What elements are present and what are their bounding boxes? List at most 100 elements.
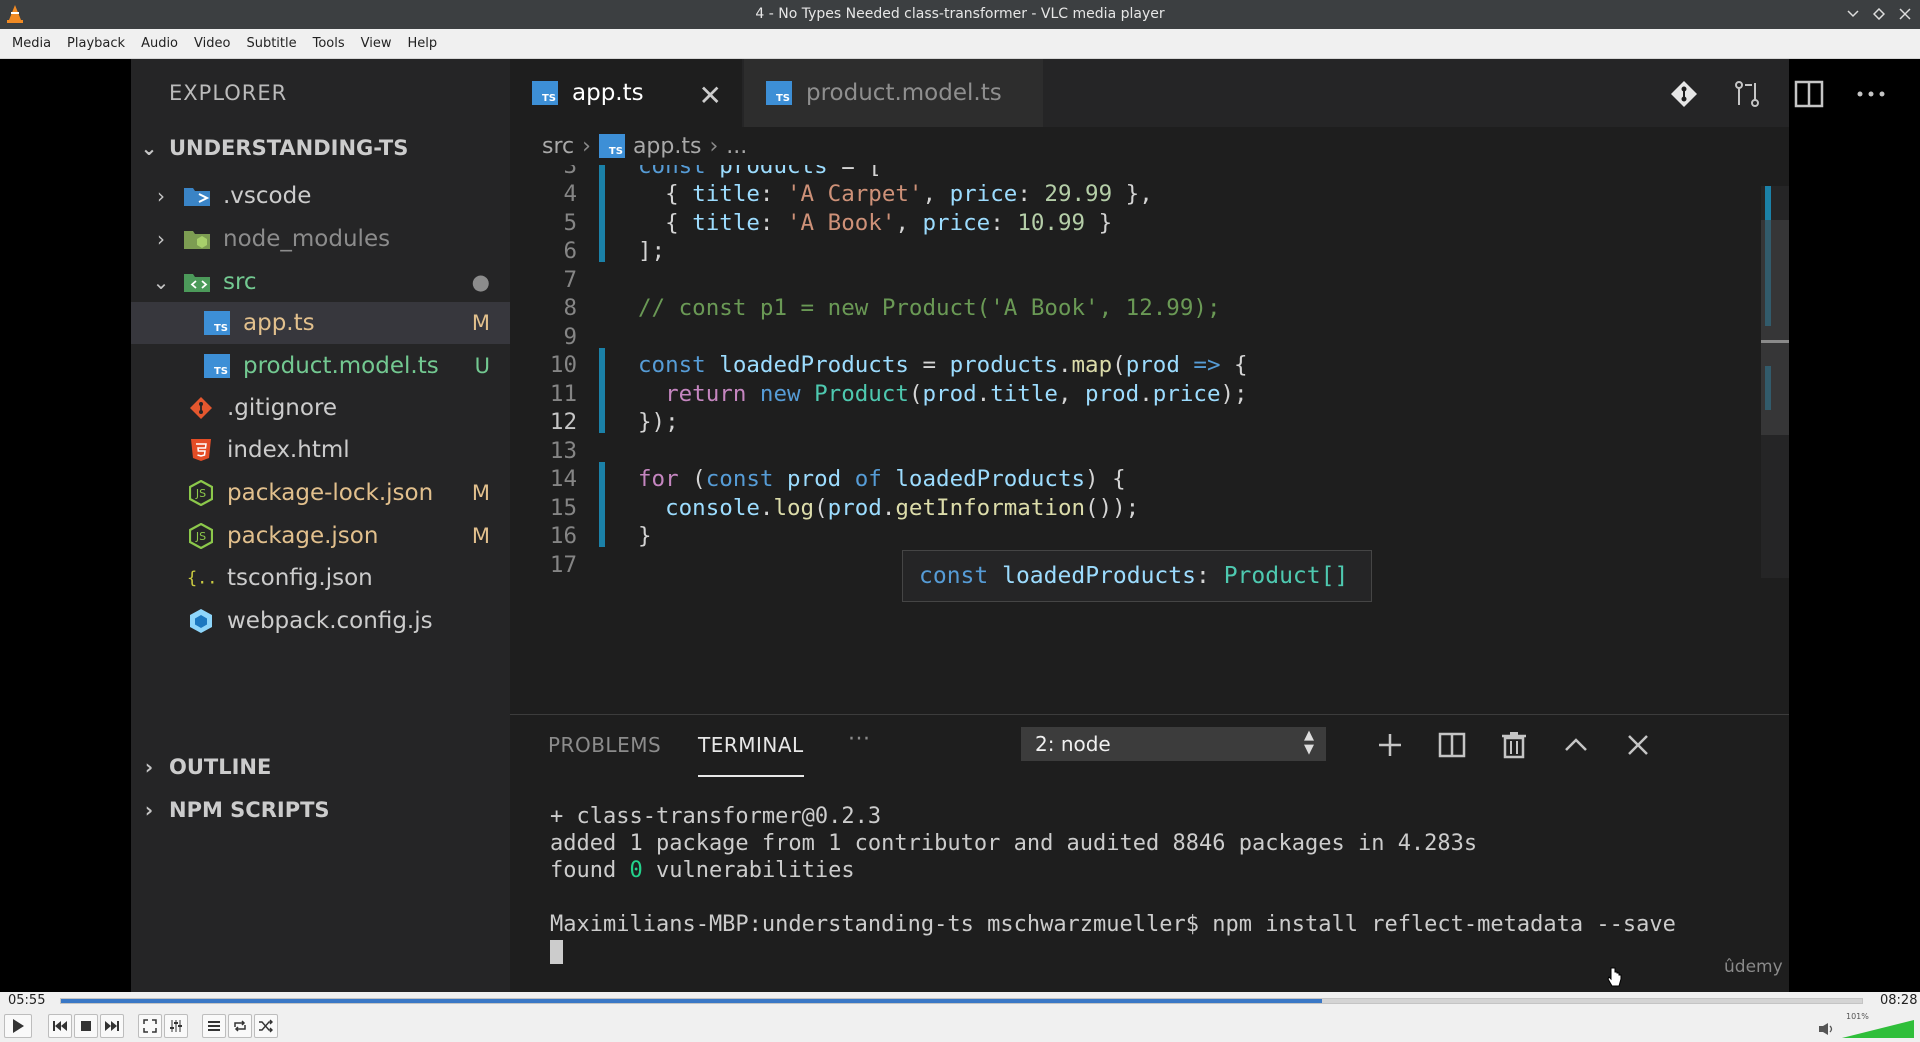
git-compare-icon[interactable] [1670,80,1698,108]
speaker-icon[interactable] [1818,1022,1836,1036]
close-icon[interactable]: ✕ [699,79,722,112]
tab-product-model-ts[interactable]: TS product.model.ts [744,59,1043,127]
close-panel-icon[interactable] [1618,725,1658,765]
new-terminal-icon[interactable] [1370,725,1410,765]
menu-subtitle[interactable]: Subtitle [238,29,304,59]
code-token: ); [1220,380,1248,407]
menu-audio[interactable]: Audio [133,29,186,59]
menu-video[interactable]: Video [186,29,238,59]
git-change-marker [599,233,605,262]
npm-scripts-section-header[interactable]: › NPM SCRIPTS [139,798,330,822]
terminal-select[interactable]: 2: node ▲ ▼ [1021,727,1326,761]
previous-button[interactable] [48,1014,72,1038]
split-terminal-icon[interactable] [1432,725,1472,765]
volume-slider[interactable] [1842,1018,1914,1038]
typescript-file-icon: TS [532,81,558,105]
found-suffix: vulnerabilities [642,858,855,883]
tree-item-gitignore[interactable]: .gitignore [131,387,510,429]
tree-item-label: product.model.ts [243,353,439,379]
git-change-marker [599,165,605,177]
loop-button[interactable] [228,1014,252,1038]
player-controls: 101% [0,1010,1920,1042]
minimize-icon[interactable] [1844,4,1862,24]
terminal-prompt-line: Maximilians-MBP:understanding-ts mschwar… [550,912,1676,937]
tab-app-ts[interactable]: TS app.ts ✕ [510,59,742,127]
html-icon [187,437,215,463]
tree-item-product-model-ts[interactable]: TS product.model.ts U [131,345,510,387]
video-area[interactable]: EXPLORER ⌄ UNDERSTANDING-TS › .vscode › nod… [0,59,1920,992]
terminal-output[interactable]: + class-transformer@0.2.3 added 1 package… [550,803,1676,965]
code-token: loadedProducts [719,352,909,378]
project-section-header[interactable]: ⌄ UNDERSTANDING-TS [139,136,409,160]
volume-label: 101% [1846,1012,1869,1021]
breadcrumb-folder[interactable]: src [542,134,574,159]
node-json-icon: JS [187,480,215,506]
outline-section-header[interactable]: › OUTLINE [139,755,271,779]
project-name: UNDERSTANDING-TS [169,136,409,160]
stop-button[interactable] [74,1014,98,1038]
menu-bar: Media Playback Audio Video Subtitle Tool… [0,29,1920,59]
editor-scrollbar[interactable] [1761,147,1789,617]
udemy-watermark: ûdemy [1724,957,1783,977]
line-number: 8 [563,295,577,321]
menu-media[interactable]: Media [4,29,59,59]
tree-item-label: package.json [227,523,379,549]
fullscreen-button[interactable] [138,1014,162,1038]
typescript-file-icon: TS [203,310,231,336]
split-editor-icon[interactable] [1794,79,1824,109]
menu-view[interactable]: View [353,29,400,59]
tab-label: product.model.ts [806,80,1002,106]
hover-type: Product[] [1223,563,1349,589]
code-token: new [759,380,801,407]
menu-tools[interactable]: Tools [305,29,353,59]
menu-playback[interactable]: Playback [59,29,133,59]
panel-more-icon[interactable]: ··· [848,727,870,752]
webpack-icon [187,608,215,634]
menu-help[interactable]: Help [400,29,446,59]
code-editor[interactable]: 3 const products = [4 { title: 'A Carpet'… [510,165,1789,720]
tree-item-webpack-config-js[interactable]: webpack.config.js [131,600,510,642]
seek-slider[interactable] [60,998,1863,1004]
next-button[interactable] [100,1014,124,1038]
tab-terminal[interactable]: TERMINAL [698,733,804,777]
tree-item-package-lock-json[interactable]: JS package-lock.json M [131,472,510,514]
playlist-button[interactable] [202,1014,226,1038]
code-token: console [665,494,760,521]
play-icon [13,1019,24,1033]
trash-icon[interactable] [1494,725,1534,765]
extended-settings-button[interactable] [164,1014,188,1038]
code-text: } [638,523,652,549]
code-token: { [638,209,693,236]
tree-item-node-modules[interactable]: › node_modules [131,218,510,260]
more-actions-icon[interactable] [1856,89,1886,99]
tree-item-label: .gitignore [227,395,338,421]
svg-text:JS: JS [195,487,206,500]
breadcrumb-more[interactable]: ... [726,134,747,159]
restore-icon[interactable] [1870,4,1888,24]
tree-item-package-json[interactable]: JS package.json M [131,515,510,557]
tab-problems[interactable]: PROBLEMS [548,733,661,757]
chevron-right-icon: › [709,133,719,159]
tree-item-app-ts[interactable]: TS app.ts M [131,302,510,344]
line-number: 12 [549,409,577,435]
tree-item-src[interactable]: ⌄ src ● [131,261,510,303]
chevron-up-icon[interactable] [1556,725,1596,765]
breadcrumb-file[interactable]: app.ts [633,134,702,159]
code-token: const [638,165,706,179]
play-button[interactable] [4,1014,32,1038]
code-token: map [1071,352,1113,378]
code-text: ]; [638,238,665,264]
line-number: 5 [563,209,577,236]
code-token: price [949,181,1018,207]
code-text: // const p1 = new Product('A Book', 12.9… [638,295,1220,321]
tree-item-index-html[interactable]: index.html [131,429,510,471]
tree-item-tsconfig-json[interactable]: {..} tsconfig.json [131,557,510,599]
close-window-icon[interactable] [1896,4,1914,24]
code-token: prod [827,494,882,521]
open-changes-icon[interactable] [1732,79,1762,109]
shuffle-button[interactable] [254,1014,278,1038]
tree-item-vscode[interactable]: › .vscode [131,175,510,217]
